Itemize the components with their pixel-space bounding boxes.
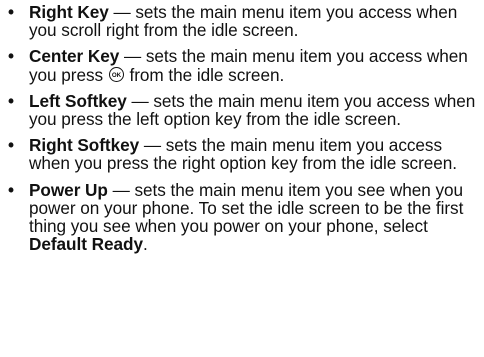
- term-right-softkey: Right Softkey: [29, 135, 140, 156]
- term-left-softkey: Left Softkey: [29, 90, 127, 111]
- bullet: •: [8, 179, 14, 200]
- list-item-center-key: • Center Key — sets the main menu item y…: [8, 46, 480, 85]
- term-center-key: Center Key: [29, 46, 120, 67]
- list-item-power-up: • Power Up — sets the main menu item you…: [8, 179, 480, 255]
- manual-page: • Right Key — sets the main menu item yo…: [0, 0, 484, 357]
- bullet: •: [8, 135, 14, 156]
- menu-setting-list: • Right Key — sets the main menu item yo…: [8, 3, 480, 261]
- list-item-right-softkey: • Right Softkey — sets the main menu ite…: [8, 135, 480, 173]
- description-power-up-end: .: [142, 234, 148, 255]
- list-item-right-key: • Right Key — sets the main menu item yo…: [8, 2, 480, 40]
- bullet: •: [8, 2, 14, 22]
- term-right-key: Right Key: [29, 2, 109, 22]
- ok-key-icon: OK: [108, 66, 124, 82]
- bullet: •: [8, 90, 14, 111]
- term-power-up: Power Up: [29, 179, 108, 200]
- svg-text:OK: OK: [112, 72, 122, 79]
- default-ready-option: Default Ready: [29, 234, 143, 255]
- list-item-left-softkey: • Left Softkey — sets the main menu item…: [8, 90, 480, 129]
- description-center-key-part2: from the idle screen.: [124, 64, 285, 85]
- bullet: •: [8, 46, 14, 67]
